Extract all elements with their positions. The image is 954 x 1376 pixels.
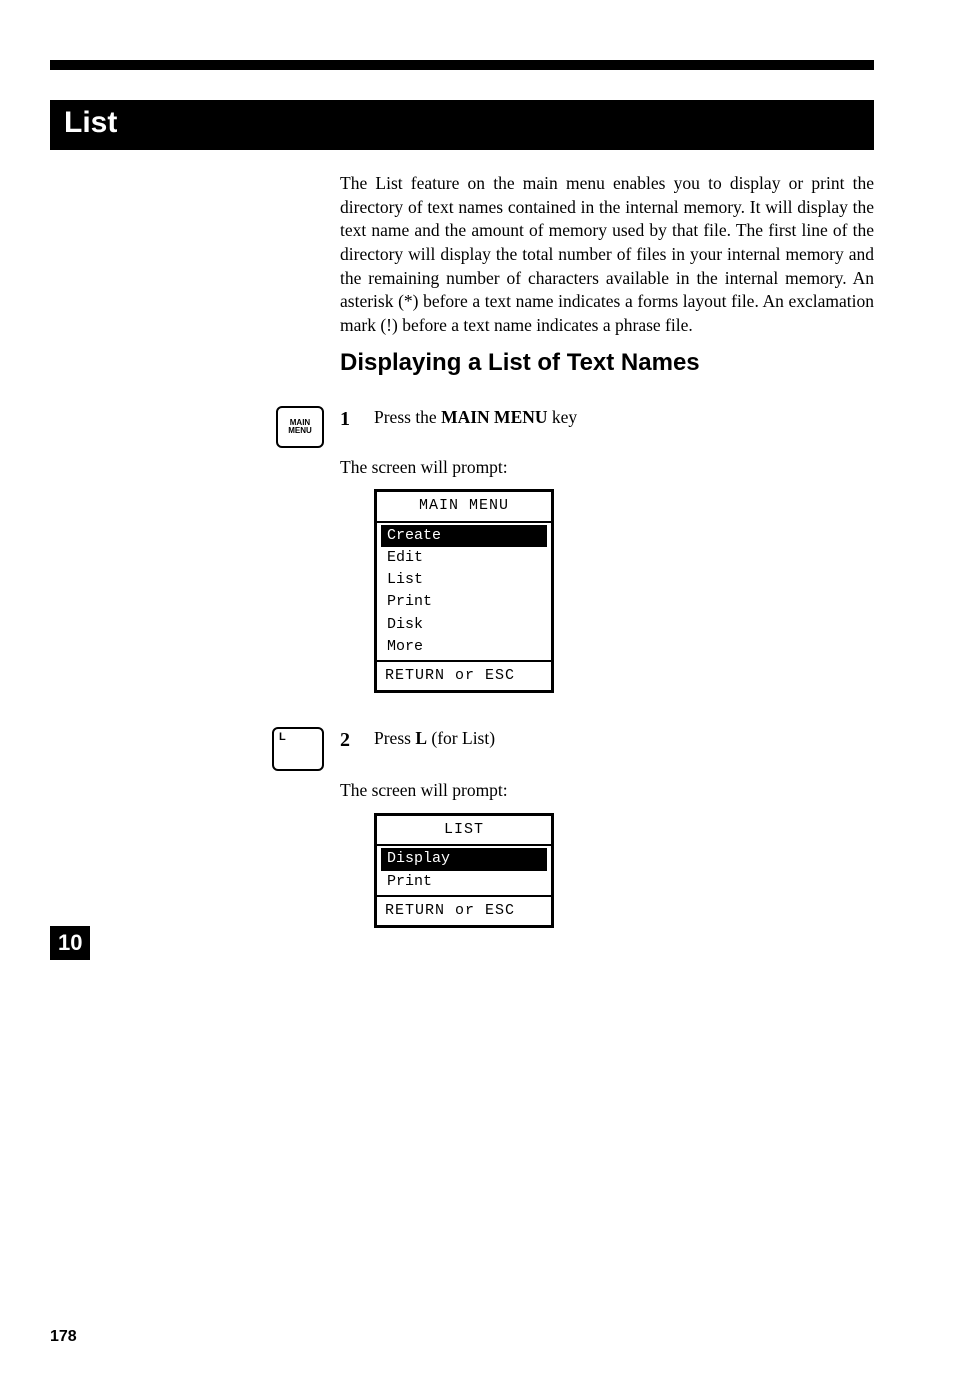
intro-paragraph: The List feature on the main menu enable… bbox=[340, 172, 874, 337]
step-2-number: 2 bbox=[340, 727, 364, 771]
step-1-text: Press the MAIN MENU key bbox=[374, 406, 874, 448]
step-1-number: 1 bbox=[340, 406, 364, 448]
menu-item: Disk bbox=[377, 614, 551, 636]
menu-item-selected: Display bbox=[381, 848, 547, 870]
step-2-text: Press L (for List) bbox=[374, 727, 874, 771]
menu-item: Print bbox=[377, 591, 551, 613]
chapter-tab: 10 bbox=[50, 926, 90, 960]
menu-item-selected: Create bbox=[381, 525, 547, 547]
page-number: 178 bbox=[50, 1328, 77, 1346]
top-rule bbox=[50, 60, 874, 70]
screen-title: LIST bbox=[377, 816, 551, 846]
screen-title: MAIN MENU bbox=[377, 492, 551, 522]
menu-item: List bbox=[377, 569, 551, 591]
main-menu-screen: MAIN MENU Create Edit List Print Disk Mo… bbox=[374, 489, 554, 693]
step-2-prompt: The screen will prompt: bbox=[340, 779, 874, 803]
screen-footer: RETURN or ESC bbox=[377, 660, 551, 690]
section-title-bar: List bbox=[50, 100, 874, 150]
list-screen: LIST Display Print RETURN or ESC bbox=[374, 813, 554, 928]
step-1-prompt: The screen will prompt: bbox=[340, 456, 874, 480]
menu-item: Print bbox=[377, 871, 551, 893]
screen-footer: RETURN or ESC bbox=[377, 895, 551, 925]
menu-item: Edit bbox=[377, 547, 551, 569]
menu-item: More bbox=[377, 636, 551, 658]
subsection-heading: Displaying a List of Text Names bbox=[340, 347, 874, 379]
